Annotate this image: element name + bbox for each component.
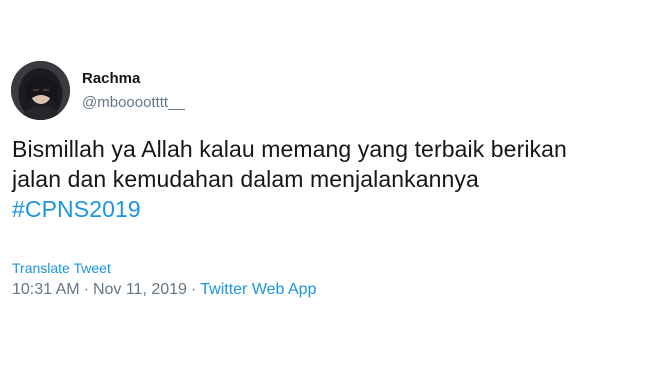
avatar[interactable] [11, 61, 70, 120]
tweet-date[interactable]: Nov 11, 2019 [93, 281, 187, 298]
tweet-text-line: Bismillah ya Allah kalau memang yang ter… [12, 136, 567, 162]
translate-tweet-link[interactable]: Translate Tweet [12, 259, 111, 277]
tweet-time[interactable]: 10:31 AM [12, 281, 80, 298]
hashtag-link[interactable]: #CPNS2019 [12, 194, 642, 224]
tweet-metadata: 10:31 AM · Nov 11, 2019 · Twitter Web App [12, 280, 316, 300]
tweet-card: Rachma @mbooootttt__ Bismillah ya Allah … [0, 0, 653, 366]
tweet-source-link[interactable]: Twitter Web App [200, 281, 316, 298]
avatar-image [11, 61, 70, 120]
separator-dot: · [83, 281, 89, 298]
separator-dot: · [190, 281, 197, 298]
display-name[interactable]: Rachma [82, 70, 140, 88]
tweet-text: Bismillah ya Allah kalau memang yang ter… [12, 134, 642, 224]
user-handle[interactable]: @mbooootttt__ [82, 94, 185, 112]
tweet-text-line: jalan dan kemudahan dalam menjalankannya [12, 166, 479, 192]
